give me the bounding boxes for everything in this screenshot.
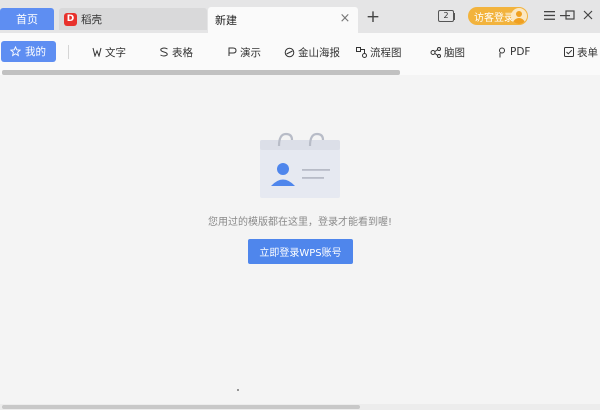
category-presentation[interactable]: 演示 (227, 45, 261, 59)
writer-icon (92, 47, 102, 57)
category-flowchart[interactable]: 流程图 (356, 45, 402, 59)
poster-icon (284, 47, 295, 57)
category-label: 脑图 (444, 46, 465, 59)
tab-docer-label: 稻壳 (81, 13, 102, 26)
close-window-icon[interactable] (580, 7, 596, 23)
category-toolbar: 我的 文字 表格 演示 金山海报 流程图 脑图 PDF 表单 (0, 33, 600, 71)
tab-docer[interactable]: D 稻壳 (59, 8, 207, 30)
category-mine[interactable]: 我的 (1, 41, 56, 62)
content-scrollbar[interactable] (0, 404, 600, 410)
toolbar-scrollbar[interactable] (0, 70, 600, 75)
category-label: 金山海报 (298, 46, 340, 59)
category-sheet[interactable]: 表格 (159, 45, 193, 59)
category-form[interactable]: 表单 (564, 45, 598, 59)
wps-new-page: 首页 D 稻壳 新建 × + 2 访客登录 我的 文字 表格 演示 金山海报 流… (0, 0, 600, 410)
category-label: 流程图 (370, 46, 402, 59)
add-tab-button[interactable]: + (364, 8, 382, 26)
menu-icon[interactable] (541, 7, 557, 23)
category-pdf[interactable]: PDF (497, 45, 530, 59)
toolbar-scrollbar-thumb[interactable] (2, 70, 400, 75)
star-icon (10, 46, 21, 57)
content-scrollbar-thumb[interactable] (2, 405, 360, 409)
category-label: 文字 (105, 46, 126, 59)
docer-logo-icon: D (64, 12, 77, 26)
presentation-icon (228, 47, 237, 56)
form-icon (564, 47, 574, 57)
category-label: 表单 (577, 46, 598, 59)
maximize-icon[interactable] (562, 7, 578, 23)
category-mindmap[interactable]: 脑图 (430, 45, 465, 59)
workspace-count-icon[interactable]: 2 (438, 10, 455, 22)
flowchart-icon (356, 46, 367, 58)
guest-login-button[interactable]: 访客登录 (468, 7, 528, 25)
guest-login-label: 访客登录 (474, 12, 514, 24)
category-poster[interactable]: 金山海报 (284, 45, 340, 59)
toolbar-divider (68, 45, 69, 59)
cursor-dot (237, 389, 239, 391)
empty-state-message: 您用过的模版都在这里，登录才能看到喔! (207, 217, 392, 228)
mindmap-icon (430, 46, 441, 58)
tab-new-label: 新建 (215, 14, 237, 27)
pdf-icon (499, 47, 505, 57)
tab-bar: 首页 D 稻壳 新建 × + 2 访客登录 (0, 0, 600, 33)
login-wps-account-button[interactable]: 立即登录WPS账号 (248, 239, 353, 264)
category-label: 演示 (240, 46, 261, 59)
avatar-icon (511, 8, 527, 24)
empty-template-illustration (260, 132, 340, 198)
category-label: 表格 (172, 46, 193, 59)
category-writer[interactable]: 文字 (92, 45, 126, 59)
category-label: PDF (510, 46, 531, 58)
close-tab-icon[interactable]: × (339, 12, 351, 25)
sheet-icon (160, 47, 168, 57)
category-mine-label: 我的 (25, 46, 46, 58)
tab-new[interactable]: 新建 × (208, 7, 358, 33)
tab-home[interactable]: 首页 (0, 8, 54, 30)
